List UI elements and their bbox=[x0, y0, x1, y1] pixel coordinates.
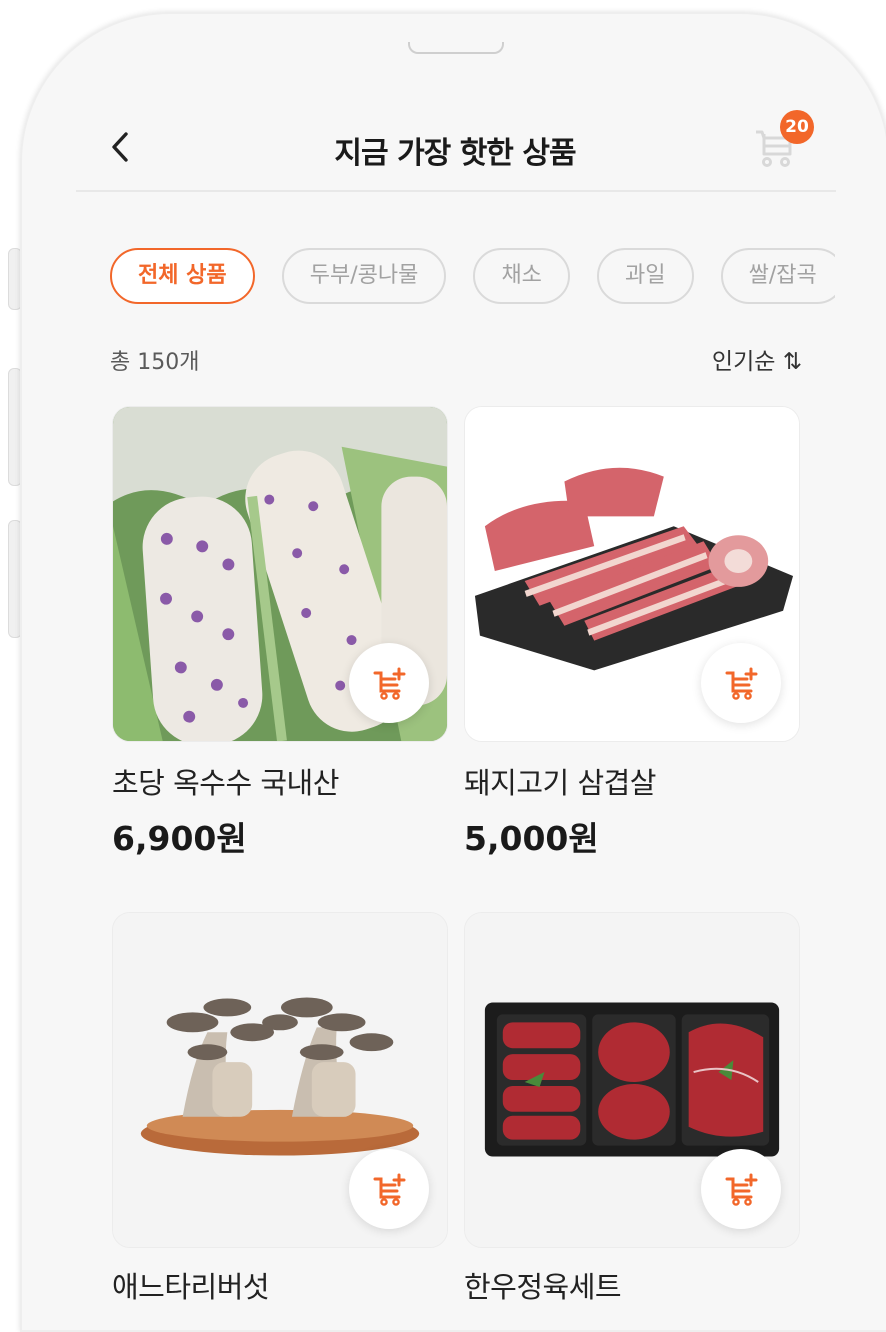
chip-fruit[interactable]: 과일 bbox=[597, 248, 694, 304]
product-name: 돼지고기 삼겹살 bbox=[464, 766, 656, 800]
chip-tofu-beansprouts[interactable]: 두부/콩나물 bbox=[281, 248, 447, 304]
cart-plus-icon bbox=[725, 1173, 758, 1206]
add-to-cart-button[interactable] bbox=[701, 643, 781, 723]
total-count: 총 150개 bbox=[110, 350, 200, 375]
cart-count-badge: 20 bbox=[780, 110, 814, 144]
sort-button[interactable]: 인기순 ⇅ bbox=[712, 342, 802, 376]
app-header: 지금 가장 핫한 상품 20 bbox=[20, 102, 886, 192]
add-to-cart-button[interactable] bbox=[701, 1149, 781, 1229]
product-card[interactable] bbox=[464, 912, 800, 1248]
cart-plus-icon bbox=[373, 1173, 406, 1206]
product-name: 한우정육세트 bbox=[464, 1270, 622, 1304]
add-to-cart-button[interactable] bbox=[349, 1149, 429, 1229]
product-name: 초당 옥수수 국내산 bbox=[112, 766, 339, 800]
product-price: 6,900원 bbox=[112, 819, 247, 858]
cart-plus-icon bbox=[725, 667, 758, 700]
category-filter-bar: 전체 상품 두부/콩나물 채소 과일 쌀/잡곡 bbox=[110, 248, 835, 304]
phone-frame: 지금 가장 핫한 상품 20 전체 상품 두부/콩나물 채소 과일 쌀/잡곡 총… bbox=[20, 12, 886, 1332]
add-to-cart-button[interactable] bbox=[349, 643, 429, 723]
chip-rice-grains[interactable]: 쌀/잡곡 bbox=[720, 248, 835, 304]
header-divider bbox=[76, 190, 836, 192]
product-price: 5,000원 bbox=[464, 819, 599, 858]
phone-notch bbox=[408, 42, 504, 54]
product-name: 애느타리버섯 bbox=[112, 1270, 270, 1304]
cart-button[interactable]: 20 bbox=[750, 110, 820, 180]
chip-all-products[interactable]: 전체 상품 bbox=[110, 248, 255, 304]
product-card[interactable] bbox=[464, 406, 800, 742]
product-card[interactable] bbox=[112, 406, 448, 742]
product-card[interactable] bbox=[112, 912, 448, 1248]
cart-plus-icon bbox=[373, 667, 406, 700]
chip-vegetables[interactable]: 채소 bbox=[473, 248, 570, 304]
